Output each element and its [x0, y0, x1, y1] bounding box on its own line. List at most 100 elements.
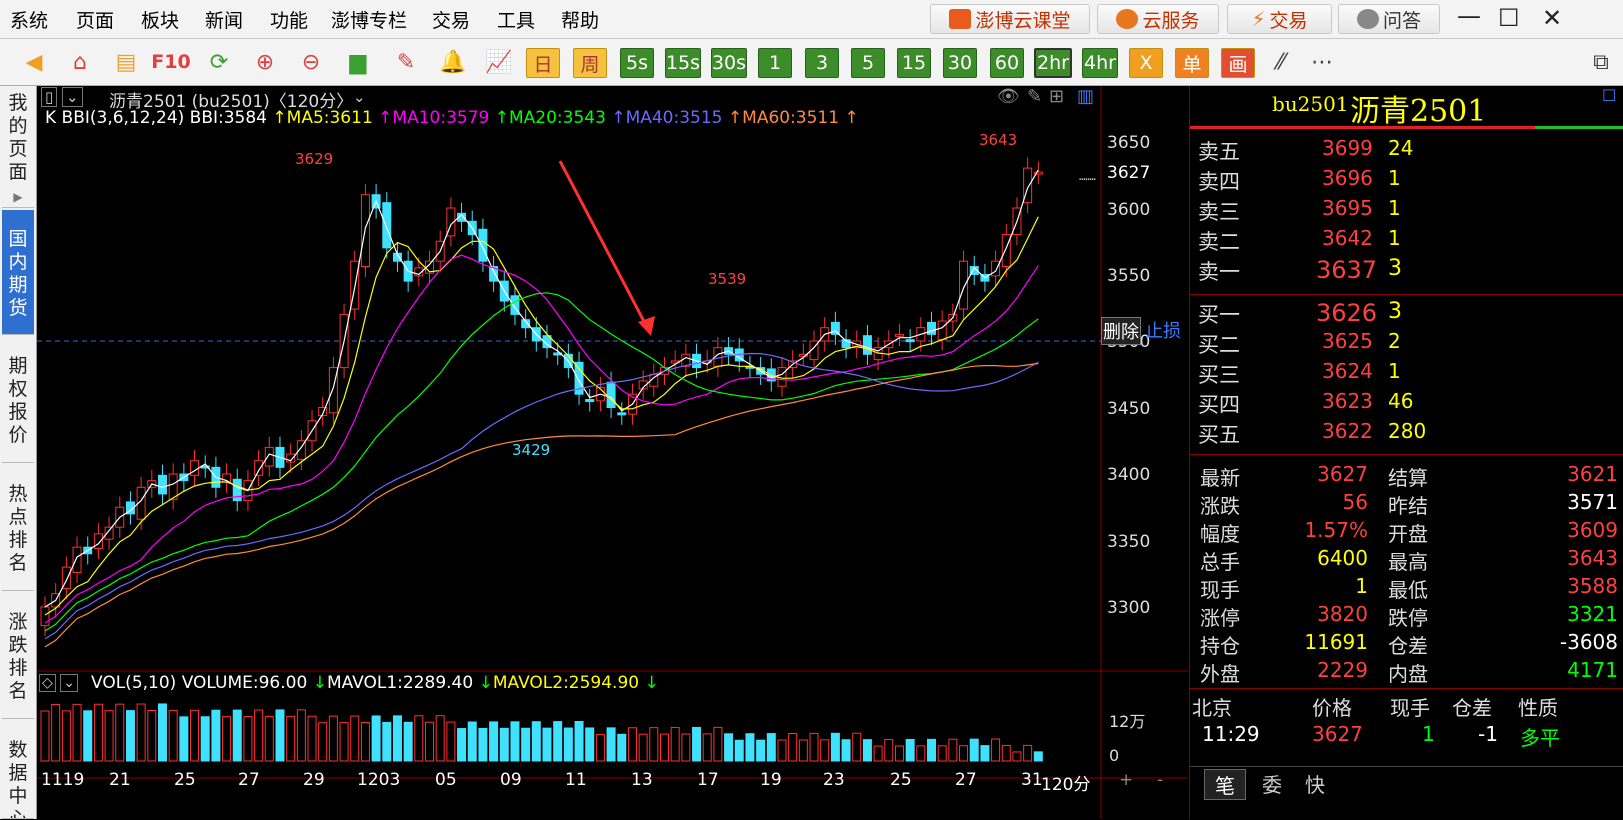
menu-page[interactable]: 页面 [76, 6, 114, 33]
refresh-icon[interactable]: ⟳ [203, 46, 235, 78]
bell-icon[interactable]: 🔔 [437, 46, 469, 78]
sidebar-tab-my-page[interactable]: 我的页面 ▶ [2, 86, 34, 208]
zoom-out-icon[interactable]: ⊖ [295, 46, 327, 78]
zoom-out-button[interactable]: - [1157, 770, 1163, 790]
stat-l2: 最低 [1388, 578, 1428, 602]
maximize-icon[interactable]: ☐ [1498, 4, 1520, 32]
tab-orders[interactable]: 委 [1252, 769, 1292, 798]
volume-bar [254, 709, 264, 762]
cloud-class-button[interactable]: 澎博云课堂 [930, 4, 1090, 34]
chevron-icon[interactable]: ⌄ [62, 87, 83, 107]
period-30s[interactable]: 30s [711, 48, 747, 78]
pen-icon[interactable]: ✎ [390, 46, 422, 78]
period-15s[interactable]: 15s [665, 48, 701, 78]
period-3m[interactable]: 3 [805, 48, 839, 78]
back-arrow-icon[interactable]: ◀ [18, 46, 50, 78]
period-5m[interactable]: 5 [851, 48, 885, 78]
book-row[interactable]: 买五 3622 280 [1198, 419, 1618, 447]
period-week[interactable]: 周 [573, 48, 607, 78]
qa-button[interactable]: 问答 [1338, 4, 1440, 34]
period-5s[interactable]: 5s [620, 48, 654, 78]
menu-help[interactable]: 帮助 [561, 6, 599, 33]
edit-icon[interactable]: ✎ [1027, 86, 1042, 107]
panel-icon[interactable]: ▯ [41, 87, 58, 107]
book-row[interactable]: 卖二 3642 1 [1198, 226, 1618, 254]
book-row[interactable]: 卖五 3699 24 [1198, 136, 1618, 164]
triangle-right-icon: ▶ [13, 190, 23, 204]
menu-trade[interactable]: 交易 [432, 6, 470, 33]
period-1m[interactable]: 1 [758, 48, 792, 78]
volume-bar [51, 703, 61, 762]
period-60m[interactable]: 60 [990, 48, 1024, 78]
menu-column[interactable]: 澎博专栏 [331, 6, 407, 33]
sidebar-tab-change-rank[interactable]: 涨跌排名 [2, 593, 34, 719]
zoom-in-icon[interactable]: ⊕ [249, 46, 281, 78]
kline-svg[interactable] [37, 86, 1188, 819]
period-30m[interactable]: 30 [943, 48, 977, 78]
sidebar-tab-domestic-futures[interactable]: 国内期货 [2, 210, 34, 335]
stat-l2: 开盘 [1388, 522, 1428, 546]
x-axis-label: 05 [435, 770, 457, 790]
layout-icon[interactable]: ▥ [1077, 86, 1094, 107]
book-row[interactable]: 卖三 3695 1 [1198, 196, 1618, 224]
news-icon[interactable]: ▤ [110, 46, 142, 78]
sidebar-tab-options[interactable]: 期权报价 [2, 337, 34, 463]
book-row[interactable]: 买四 3623 46 [1198, 389, 1618, 417]
chart-title-chevron-icon[interactable]: ⌄ [353, 88, 366, 106]
sidebar-tab-data-center[interactable]: 数据中心 [2, 721, 34, 819]
expand-icon[interactable]: ◇ [39, 674, 56, 692]
cloud-service-button[interactable]: 云服务 [1097, 4, 1219, 34]
volume-bar [745, 733, 755, 762]
window-icon[interactable]: ▆ [342, 46, 374, 78]
zoom-in-button[interactable]: + [1119, 770, 1133, 790]
trade-button[interactable]: ⚡ 交易 [1227, 4, 1332, 34]
book-row[interactable]: 卖一 3637 3 [1198, 256, 1618, 284]
delete-line-button[interactable]: 删除 [1101, 317, 1141, 345]
volume-bar [948, 738, 958, 762]
book-row[interactable]: 买一 3626 3 [1198, 299, 1618, 327]
menu-sector[interactable]: 板块 [141, 6, 179, 33]
order-button[interactable]: 单 [1175, 48, 1209, 78]
minimize-icon[interactable]: — [1457, 2, 1481, 30]
volume-bar [478, 727, 488, 762]
book-row[interactable]: 买二 3625 2 [1198, 329, 1618, 357]
sidebar-label: 热点排名 [8, 483, 28, 574]
tab-fast[interactable]: 快 [1295, 769, 1335, 798]
menu-news[interactable]: 新闻 [205, 6, 243, 33]
kline-chart[interactable]: ▯ ⌄ 沥青2501 (bu2501)〈120分〉 ⌄ 👁 ✎ ⊞ ▥ K BB… [37, 86, 1188, 819]
pin-icon[interactable]: ⧉ [1585, 46, 1617, 78]
chart-controls[interactable]: ▯ ⌄ [41, 87, 83, 107]
trade-vol: 1 [1422, 722, 1435, 746]
volume-controls[interactable]: ◇ ⌄ [39, 674, 78, 692]
stop-loss-button[interactable]: 止损 [1145, 317, 1181, 343]
menu-system[interactable]: 系统 [10, 6, 48, 33]
tab-ticks[interactable]: 笔 [1204, 769, 1246, 800]
grid-icon[interactable]: ⊞ [1049, 86, 1064, 107]
draw-button[interactable]: 画 [1221, 48, 1255, 78]
chart-arrow-icon[interactable]: 📈 [483, 46, 515, 78]
bbi-label: K BBI(3,6,12,24) BBI:3584 [45, 108, 267, 128]
volume-bar [959, 745, 969, 762]
volume-bar [724, 733, 734, 762]
chevron-icon[interactable]: ⌄ [60, 674, 78, 692]
book-row[interactable]: 买三 3624 1 [1198, 359, 1618, 387]
menu-tools[interactable]: 工具 [497, 6, 535, 33]
x-button[interactable]: X [1129, 48, 1163, 78]
close-icon[interactable]: ✕ [1542, 4, 1562, 32]
period-2hr[interactable]: 2hr [1034, 48, 1072, 78]
window-toggle-icon[interactable]: ☐ [1602, 86, 1616, 105]
stat-l1: 涨停 [1200, 606, 1240, 630]
sidebar-tab-hot-rank[interactable]: 热点排名 [2, 465, 34, 591]
book-row[interactable]: 卖四 3696 1 [1198, 166, 1618, 194]
menu-function[interactable]: 功能 [270, 6, 308, 33]
f10-icon[interactable]: F10 [151, 46, 190, 78]
period-4hr[interactable]: 4hr [1082, 48, 1118, 78]
line-tool-icon[interactable]: ⁄⁄ [1265, 46, 1297, 78]
volume-bar [574, 721, 584, 762]
period-15m[interactable]: 15 [897, 48, 931, 78]
period-day[interactable]: 日 [526, 48, 560, 78]
home-icon[interactable]: ⌂ [64, 46, 96, 78]
more-icon[interactable]: ⋯ [1306, 46, 1338, 78]
volume-bar [905, 738, 915, 762]
eye-icon[interactable]: 👁 [997, 86, 1020, 107]
